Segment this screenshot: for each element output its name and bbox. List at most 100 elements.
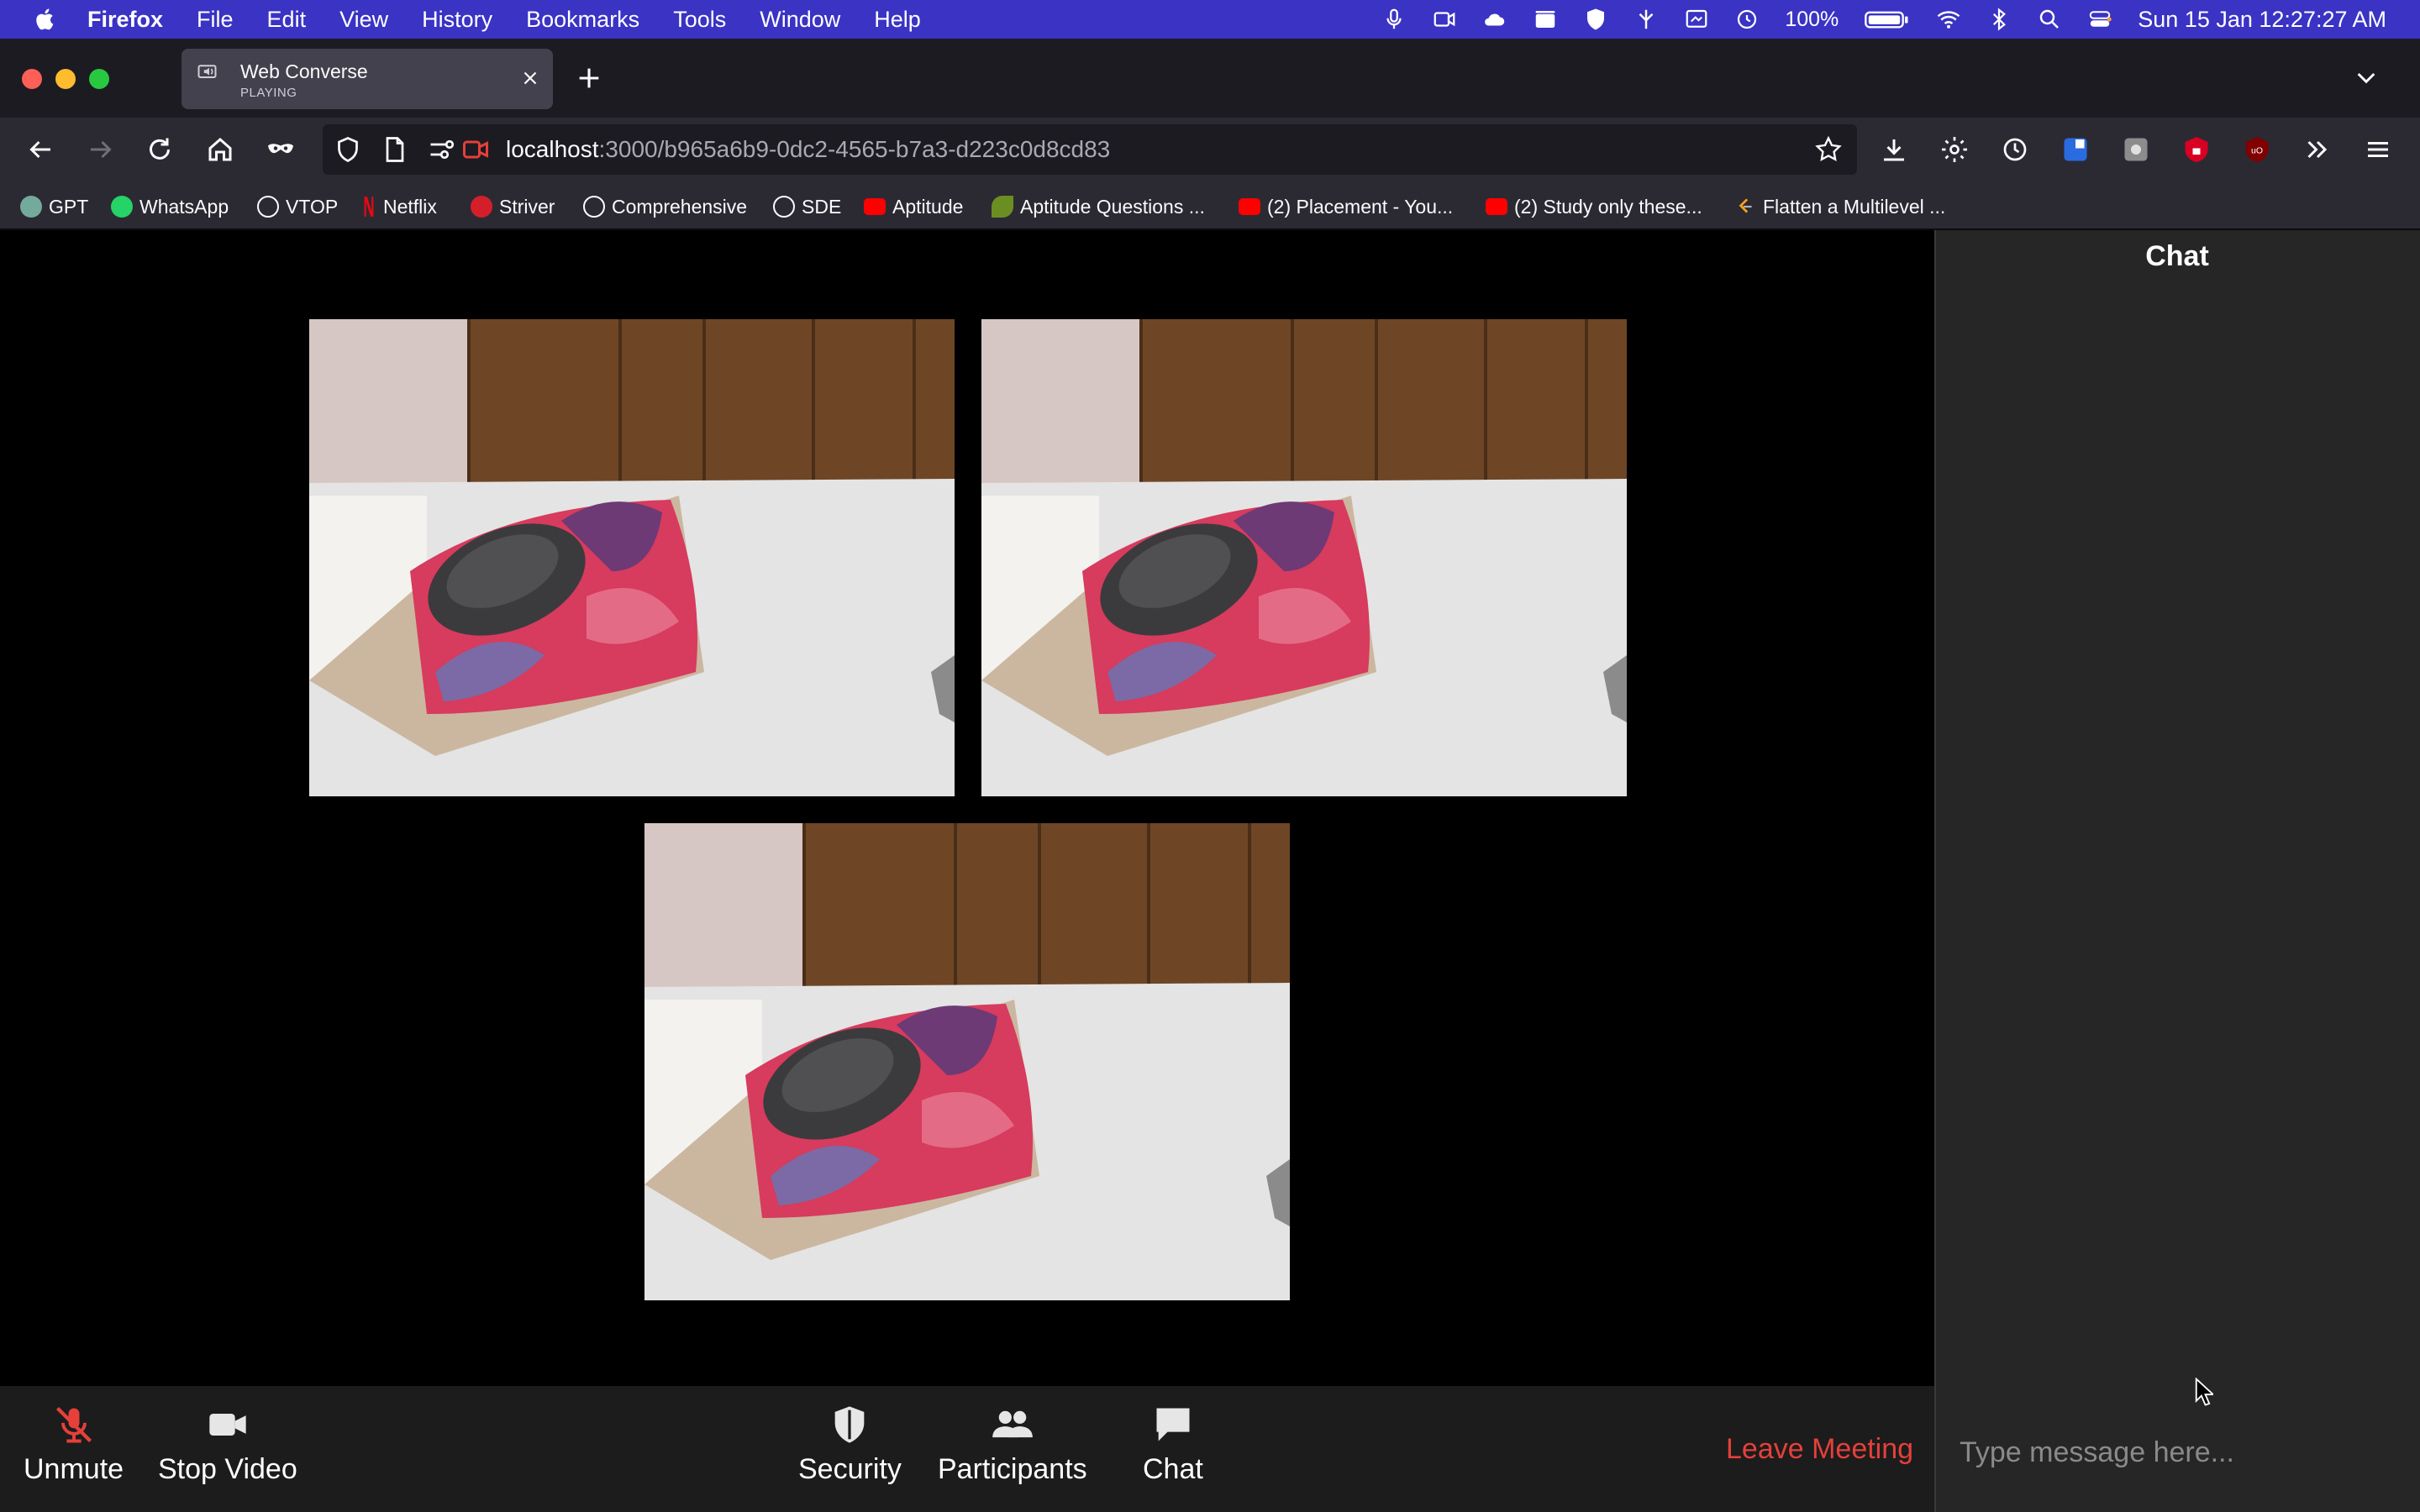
clock[interactable]: Sun 15 Jan 12:27:27 AM <box>2138 7 2386 33</box>
leave-meeting-button[interactable]: Leave Meeting <box>1726 1433 1913 1466</box>
security-button[interactable]: Security <box>798 1403 902 1486</box>
battery-percent: 100% <box>1785 7 1839 31</box>
clapper-icon[interactable] <box>1533 7 1558 32</box>
window-zoom-button[interactable] <box>89 69 109 89</box>
apple-icon[interactable] <box>32 6 59 33</box>
microphone-icon[interactable] <box>1381 7 1407 32</box>
ublock-origin-icon[interactable]: uO <box>2242 134 2272 165</box>
tracking-shield-icon[interactable] <box>333 134 363 165</box>
bookmark-label: GPT <box>49 195 89 218</box>
leaf-icon <box>992 196 1013 218</box>
participant-video <box>644 823 1290 1300</box>
github-icon <box>773 196 795 218</box>
forward-icon[interactable] <box>86 134 116 165</box>
private-mask-icon[interactable] <box>266 134 296 165</box>
bookmark-item[interactable]: GPT <box>20 192 88 221</box>
participants-button[interactable]: Participants <box>938 1403 1087 1486</box>
reload-icon[interactable] <box>145 134 175 165</box>
bookmark-item[interactable]: WhatsApp <box>111 192 229 221</box>
chatgpt-icon <box>20 196 42 218</box>
camera-sharing-icon[interactable] <box>460 134 491 165</box>
close-icon[interactable] <box>519 67 541 89</box>
home-icon[interactable] <box>205 134 235 165</box>
bookmark-label: (2) Study only these... <box>1514 195 1702 218</box>
macos-menu-bar: Firefox File Edit View History Bookmarks… <box>0 0 2420 39</box>
permissions-icon[interactable] <box>427 134 457 165</box>
bookmark-item[interactable]: VTOP <box>257 192 338 221</box>
stop-video-button[interactable]: Stop Video <box>158 1403 297 1486</box>
screen-icon[interactable] <box>1684 7 1709 32</box>
leetcode-icon <box>1734 196 1756 218</box>
url-path: :3000/b965a6b9-0dc2-4565-b7a3-d223c0d8cd… <box>598 136 1111 162</box>
participant-video <box>981 319 1627 796</box>
bookmark-item[interactable]: Aptitude Questions ... <box>992 192 1205 221</box>
bookmark-label: VTOP <box>286 195 339 218</box>
camera-icon[interactable] <box>1432 7 1457 32</box>
menu-view[interactable]: View <box>339 7 388 33</box>
extension-red-lock-icon[interactable] <box>2181 134 2212 165</box>
time-machine-icon[interactable] <box>1734 7 1760 32</box>
bookmark-item[interactable]: Aptitude <box>864 192 963 221</box>
chat-bubble-icon <box>1156 1408 1190 1441</box>
bookmark-label: Netflix <box>383 195 437 218</box>
bookmark-star-icon[interactable] <box>1813 134 1844 165</box>
menu-bookmarks[interactable]: Bookmarks <box>526 7 639 33</box>
security-label: Security <box>798 1453 902 1485</box>
history-icon[interactable] <box>2000 134 2030 165</box>
unmute-button[interactable]: Unmute <box>24 1403 124 1486</box>
speaker-icon[interactable] <box>197 60 222 86</box>
menu-file[interactable]: File <box>197 7 234 33</box>
window-minimize-button[interactable] <box>55 69 76 89</box>
youtube-icon <box>1239 198 1260 215</box>
cloud-icon[interactable] <box>1482 7 1507 32</box>
menu-window[interactable]: Window <box>760 7 840 33</box>
bookmark-item[interactable]: Striver <box>471 192 555 221</box>
youtube-icon <box>1486 198 1507 215</box>
security-shield-icon <box>835 1406 865 1443</box>
striver-icon <box>471 196 492 218</box>
download-icon[interactable] <box>1879 134 1909 165</box>
settings-gear-icon[interactable] <box>1939 134 1970 165</box>
shield-icon[interactable] <box>1583 7 1608 32</box>
tab-web-converse[interactable]: Web Converse PLAYING <box>182 49 553 109</box>
bookmark-label: WhatsApp <box>139 195 229 218</box>
search-icon[interactable] <box>2037 7 2062 32</box>
url-text[interactable]: localhost:3000/b965a6b9-0dc2-4565-b7a3-d… <box>506 136 1110 163</box>
window-close-button[interactable] <box>22 69 42 89</box>
chat-label: Chat <box>1143 1453 1203 1485</box>
chat-button[interactable]: Chat <box>1143 1403 1203 1486</box>
bookmark-item[interactable]: Flatten a Multilevel ... <box>1734 192 1945 221</box>
tab-title: Web Converse <box>240 60 368 82</box>
extension-blue-icon[interactable] <box>2060 134 2091 165</box>
video-frame <box>644 823 1290 1300</box>
chevron-down-icon[interactable] <box>2353 64 2380 91</box>
bookmark-item[interactable]: SDE <box>773 192 841 221</box>
menu-help[interactable]: Help <box>874 7 921 33</box>
menu-tools[interactable]: Tools <box>673 7 726 33</box>
back-icon[interactable] <box>25 134 55 165</box>
bookmark-item[interactable]: (2) Study only these... <box>1486 192 1702 221</box>
control-center-icon[interactable] <box>2087 7 2112 32</box>
more-tools-icon[interactable] <box>2302 134 2333 165</box>
bluetooth-icon[interactable] <box>1986 7 2012 32</box>
bookmark-item[interactable]: Comprehensive <box>583 192 747 221</box>
status-area: 100% Sun 15 Jan 12:27:27 AM <box>1381 0 2386 39</box>
bookmark-item[interactable]: Netflix <box>361 192 437 221</box>
menu-edit[interactable]: Edit <box>267 7 307 33</box>
bookmark-label: SDE <box>802 195 842 218</box>
new-tab-icon[interactable] <box>575 64 603 92</box>
bookmark-item[interactable]: (2) Placement - You... <box>1239 192 1453 221</box>
battery-icon[interactable] <box>1864 7 1911 32</box>
video-frame <box>309 319 955 796</box>
bookmark-label: Aptitude Questions ... <box>1020 195 1205 218</box>
hamburger-menu-icon[interactable] <box>2363 134 2393 165</box>
wifi-icon[interactable] <box>1936 7 1961 32</box>
page-info-icon[interactable] <box>380 134 410 165</box>
menu-history[interactable]: History <box>422 7 492 33</box>
chat-message-input[interactable] <box>1943 1415 2412 1490</box>
extension-grey-icon[interactable] <box>2121 134 2151 165</box>
bookmark-label: Aptitude <box>892 195 964 218</box>
menu-firefox[interactable]: Firefox <box>87 7 163 33</box>
tab-playing-label: PLAYING <box>240 86 297 100</box>
fork-icon[interactable] <box>1634 7 1659 32</box>
